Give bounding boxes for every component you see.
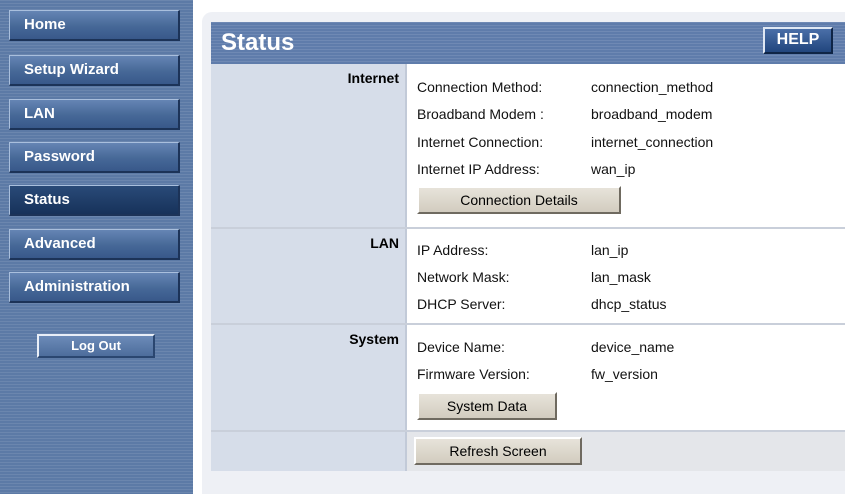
connection-method-value: connection_method [591, 79, 714, 95]
logout-button[interactable]: Log Out [37, 334, 155, 358]
dhcp-server-label: DHCP Server: [417, 296, 506, 312]
firmware-version-label: Firmware Version: [417, 366, 530, 382]
sidebar-item-password[interactable]: Password [9, 142, 180, 173]
network-mask-value: lan_mask [591, 269, 651, 285]
sidebar: Home Setup Wizard LAN Password Status Ad… [0, 0, 193, 494]
section-divider [211, 227, 845, 229]
broadband-modem-label: Broadband Modem : [417, 106, 544, 122]
status-content: Internet LAN System Connection Method: c… [211, 64, 845, 471]
header-bar [211, 22, 845, 64]
system-section-title: System [349, 331, 399, 347]
sidebar-item-home[interactable]: Home [9, 10, 180, 41]
page-title: Status [221, 29, 295, 56]
sidebar-item-status[interactable]: Status [9, 185, 180, 216]
bottom-strip [211, 471, 845, 494]
device-name-value: device_name [591, 339, 675, 355]
sidebar-item-setup-wizard[interactable]: Setup Wizard [9, 55, 180, 86]
dhcp-server-value: dhcp_status [591, 296, 667, 312]
internet-section-header: Internet [211, 64, 407, 227]
network-mask-label: Network Mask: [417, 269, 510, 285]
internet-section-title: Internet [347, 70, 399, 86]
sidebar-item-advanced[interactable]: Advanced [9, 229, 180, 260]
internet-ip-value: wan_ip [591, 161, 636, 177]
sidebar-item-lan[interactable]: LAN [9, 99, 180, 130]
broadband-modem-value: broadband_modem [591, 106, 713, 122]
sidebar-item-administration[interactable]: Administration [9, 272, 180, 303]
device-name-label: Device Name: [417, 339, 505, 355]
internet-connection-value: internet_connection [591, 134, 714, 150]
lan-section-title: LAN [370, 235, 399, 251]
lan-ip-label: IP Address: [417, 242, 489, 258]
connection-method-label: Connection Method: [417, 79, 543, 95]
section-divider [211, 323, 845, 325]
lan-ip-value: lan_ip [591, 242, 629, 258]
refresh-screen-button[interactable]: Refresh Screen [414, 437, 582, 465]
internet-connection-label: Internet Connection: [417, 134, 544, 150]
system-data-button[interactable]: System Data [417, 392, 557, 420]
refresh-section-header [211, 432, 407, 471]
system-section-header: System [211, 325, 407, 430]
help-button[interactable]: HELP [763, 27, 833, 54]
firmware-version-value: fw_version [591, 366, 658, 382]
lan-section-header: LAN [211, 229, 407, 323]
internet-ip-label: Internet IP Address: [417, 161, 540, 177]
connection-details-button[interactable]: Connection Details [417, 186, 621, 214]
